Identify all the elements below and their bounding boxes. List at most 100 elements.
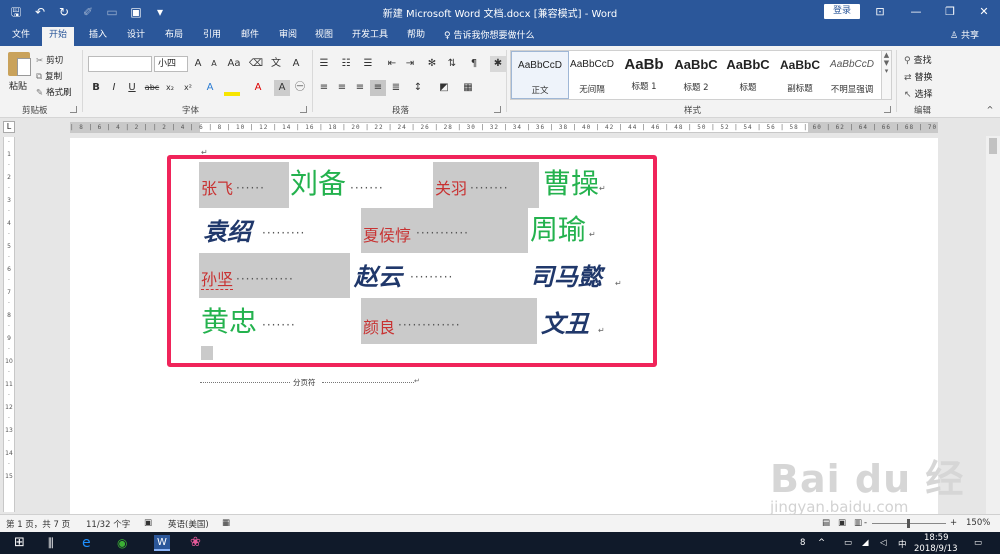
edge-browser-icon[interactable]: e [82, 535, 98, 551]
copy-button[interactable]: ⧉ 复制 [36, 70, 62, 82]
style-subtle-emphasis[interactable]: AaBbCcD 不明显强调 [823, 51, 881, 99]
word-yuanshao[interactable]: 袁绍 [203, 220, 251, 244]
paste-icon[interactable] [8, 52, 31, 76]
font-color-icon[interactable]: A [250, 80, 266, 96]
word-wenchou[interactable]: 文丑 [541, 312, 589, 336]
style-subtitle[interactable]: AaBbC 副标题 [771, 51, 829, 99]
wechat-icon[interactable]: ◉ [117, 535, 133, 551]
show-marks-icon[interactable]: ¶ [466, 56, 482, 72]
clock-time[interactable]: 18:59 [924, 533, 949, 543]
collapse-ribbon-icon[interactable]: ^ [982, 102, 998, 118]
find-button[interactable]: ⚲ 查找 [904, 53, 932, 66]
font-name-combo[interactable] [88, 56, 152, 72]
tell-me-search[interactable]: ♀ 告诉我你想要做什么 [444, 28, 534, 41]
word-sunjian[interactable]: 孙坚 [201, 270, 234, 290]
numbering-icon[interactable]: ☷ [338, 56, 354, 72]
char-shading-icon[interactable]: A [274, 80, 290, 96]
close-icon[interactable]: ✕ [966, 0, 1000, 24]
input-method[interactable]: 中 [898, 538, 907, 550]
style-no-spacing[interactable]: AaBbCcD 无间隔 [563, 51, 621, 99]
word-yanliang[interactable]: 颜良 [363, 320, 395, 336]
word-liubei[interactable]: 刘备 [290, 170, 346, 198]
tab-view[interactable]: 视图 [308, 27, 340, 46]
subscript-button[interactable]: x₂ [162, 80, 178, 96]
word-app-icon[interactable]: W [154, 535, 170, 551]
tab-layout[interactable]: 布局 [158, 27, 190, 46]
paragraph-launcher-icon[interactable] [494, 106, 501, 113]
minimize-icon[interactable]: — [898, 0, 934, 24]
multilevel-list-icon[interactable]: ☰ [360, 56, 376, 72]
battery-icon[interactable]: ▭ [844, 538, 852, 548]
select-button[interactable]: ↖ 选择 [904, 87, 933, 100]
style-normal[interactable]: AaBbCcD 正文 [511, 51, 569, 99]
style-heading-2[interactable]: AaBbC 标题 2 [667, 51, 725, 99]
volume-icon[interactable]: ◁ [880, 538, 887, 548]
web-layout-icon[interactable]: ▥ [854, 518, 862, 528]
highlight-icon[interactable] [224, 92, 240, 96]
task-view-icon[interactable]: ⫼ [48, 535, 64, 551]
phonetic-guide-icon[interactable]: 文 [268, 56, 284, 72]
shading-icon[interactable]: ◩ [436, 80, 452, 96]
zoom-slider-knob[interactable] [907, 519, 910, 528]
borders-icon[interactable]: ▦ [460, 80, 476, 96]
ruler-bar[interactable]: | 8 | 6 | 4 | 2 | | 2 | 4 | 6 | 8 | 10 |… [70, 122, 938, 133]
cut-button[interactable]: ✂ 剪切 [36, 54, 63, 66]
windows-start-icon[interactable]: ⊞ [14, 535, 30, 551]
asian-layout-icon[interactable]: ✱ [490, 56, 506, 72]
tab-home[interactable]: 开始 [42, 27, 74, 46]
word-xiahoudun[interactable]: 夏侯惇 [363, 228, 411, 244]
sort-icon[interactable]: ⇅ [444, 56, 460, 72]
char-border-icon[interactable]: A [288, 56, 304, 72]
zoom-in-button[interactable]: + [950, 518, 957, 528]
bullets-icon[interactable]: ☰ [316, 56, 332, 72]
align-left-icon[interactable]: ≡ [316, 80, 332, 96]
tray-chevron-icon[interactable]: ^ [818, 538, 825, 548]
tab-references[interactable]: 引用 [196, 27, 228, 46]
zoom-out-button[interactable]: - [864, 518, 867, 528]
bold-button[interactable]: B [88, 80, 104, 96]
align-right-icon[interactable]: ≡ [352, 80, 368, 96]
tab-developer[interactable]: 开发工具 [346, 27, 394, 46]
text-effects-button[interactable]: A [202, 80, 218, 96]
tab-design[interactable]: 设计 [120, 27, 152, 46]
notification-icon[interactable]: ▭ [974, 538, 982, 548]
tray-count[interactable]: 8 [800, 538, 805, 548]
format-painter-button[interactable]: ✎ 格式刷 [36, 86, 72, 98]
tab-file[interactable]: 文件 [6, 27, 36, 46]
styles-launcher-icon[interactable] [884, 106, 891, 113]
scroll-thumb[interactable] [989, 138, 997, 154]
share-button[interactable]: ♙ 共享 [950, 28, 979, 41]
tab-selector[interactable]: L [3, 121, 15, 133]
superscript-button[interactable]: x² [180, 80, 196, 96]
shrink-font-icon[interactable]: A [206, 56, 222, 72]
justify-icon[interactable]: ≡ [370, 80, 386, 96]
clock-date[interactable]: 2018/9/13 [914, 544, 958, 554]
vertical-ruler[interactable]: · 1 · 2 · 3 · 4 · 5 · 6 · 7 · 8 · 9 · 10 · 11 · 12 · 13 · 14 · 15 [3, 137, 15, 512]
change-case-icon[interactable]: Aa [226, 56, 242, 72]
distribute-icon[interactable]: ≣ [388, 80, 404, 96]
clear-format-icon[interactable]: ⌫ [248, 56, 264, 72]
word-caocao[interactable]: 曹操 [543, 170, 599, 198]
restore-icon[interactable]: ❐ [932, 0, 968, 24]
word-zhaoyun[interactable]: 赵云 [354, 265, 402, 289]
style-heading-1[interactable]: AaBb 标题 1 [615, 51, 673, 99]
strikethrough-button[interactable]: abc [144, 80, 160, 96]
page-count[interactable]: 第 1 页，共 7 页 [6, 518, 70, 530]
decrease-indent-icon[interactable]: ⇤ [384, 56, 400, 72]
align-center-icon[interactable]: ≡ [334, 80, 350, 96]
styles-scroll[interactable]: ▲ ▼ ▾ [882, 50, 892, 100]
italic-button[interactable]: I [106, 80, 122, 96]
word-count[interactable]: 11/32 个字 [86, 518, 130, 530]
language[interactable]: 英语(美国) [168, 518, 209, 530]
underline-button[interactable]: U [124, 80, 140, 96]
tab-help[interactable]: 帮助 [400, 27, 432, 46]
tab-mailings[interactable]: 邮件 [234, 27, 266, 46]
word-zhangfei[interactable]: 张飞 [201, 181, 233, 197]
chinese-layout-icon[interactable]: ✻ [424, 56, 440, 72]
word-huangzhong[interactable]: 黄忠 [201, 308, 257, 336]
photo-app-icon[interactable]: ❀ [190, 535, 206, 551]
zoom-level[interactable]: 150% [966, 518, 990, 528]
clipboard-launcher-icon[interactable] [70, 106, 77, 113]
login-button[interactable]: 登录 [824, 4, 860, 19]
print-layout-icon[interactable]: ▣ [838, 518, 846, 528]
